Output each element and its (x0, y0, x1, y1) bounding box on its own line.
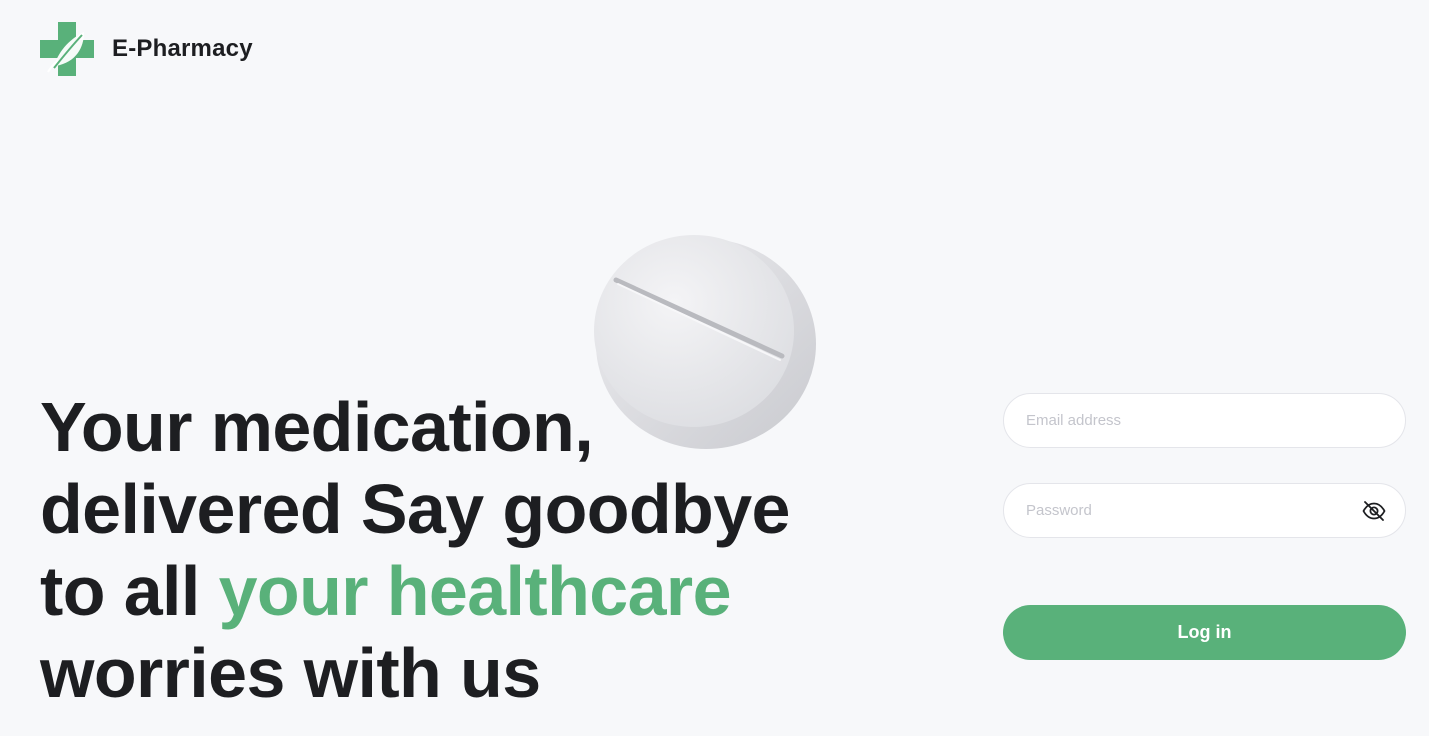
email-field-wrapper (1003, 393, 1406, 448)
hero-line-2: delivered Say goodbye (40, 470, 790, 548)
brand-logo-link[interactable]: E-Pharmacy (40, 22, 253, 76)
hero-line-1: Your medication, (40, 388, 594, 466)
hero-highlight: your healthcare (218, 552, 732, 630)
show-password-toggle[interactable] (1361, 498, 1387, 524)
hero-line-4: worries with us (40, 634, 541, 712)
password-input[interactable] (1004, 484, 1405, 537)
eye-off-icon (1362, 501, 1386, 521)
hero-line-3-prefix: to all (40, 552, 219, 630)
green-cross-leaf-icon (40, 22, 94, 76)
email-input[interactable] (1004, 394, 1405, 447)
password-field-wrapper (1003, 483, 1406, 538)
hero-headline: Your medication, delivered Say goodbye t… (40, 386, 840, 714)
brand-name: E-Pharmacy (112, 35, 253, 62)
login-button[interactable]: Log in (1003, 605, 1406, 660)
login-page: E-Pharmacy Your medication, delivered Sa… (0, 0, 1429, 736)
login-form: Log in (1003, 393, 1406, 660)
